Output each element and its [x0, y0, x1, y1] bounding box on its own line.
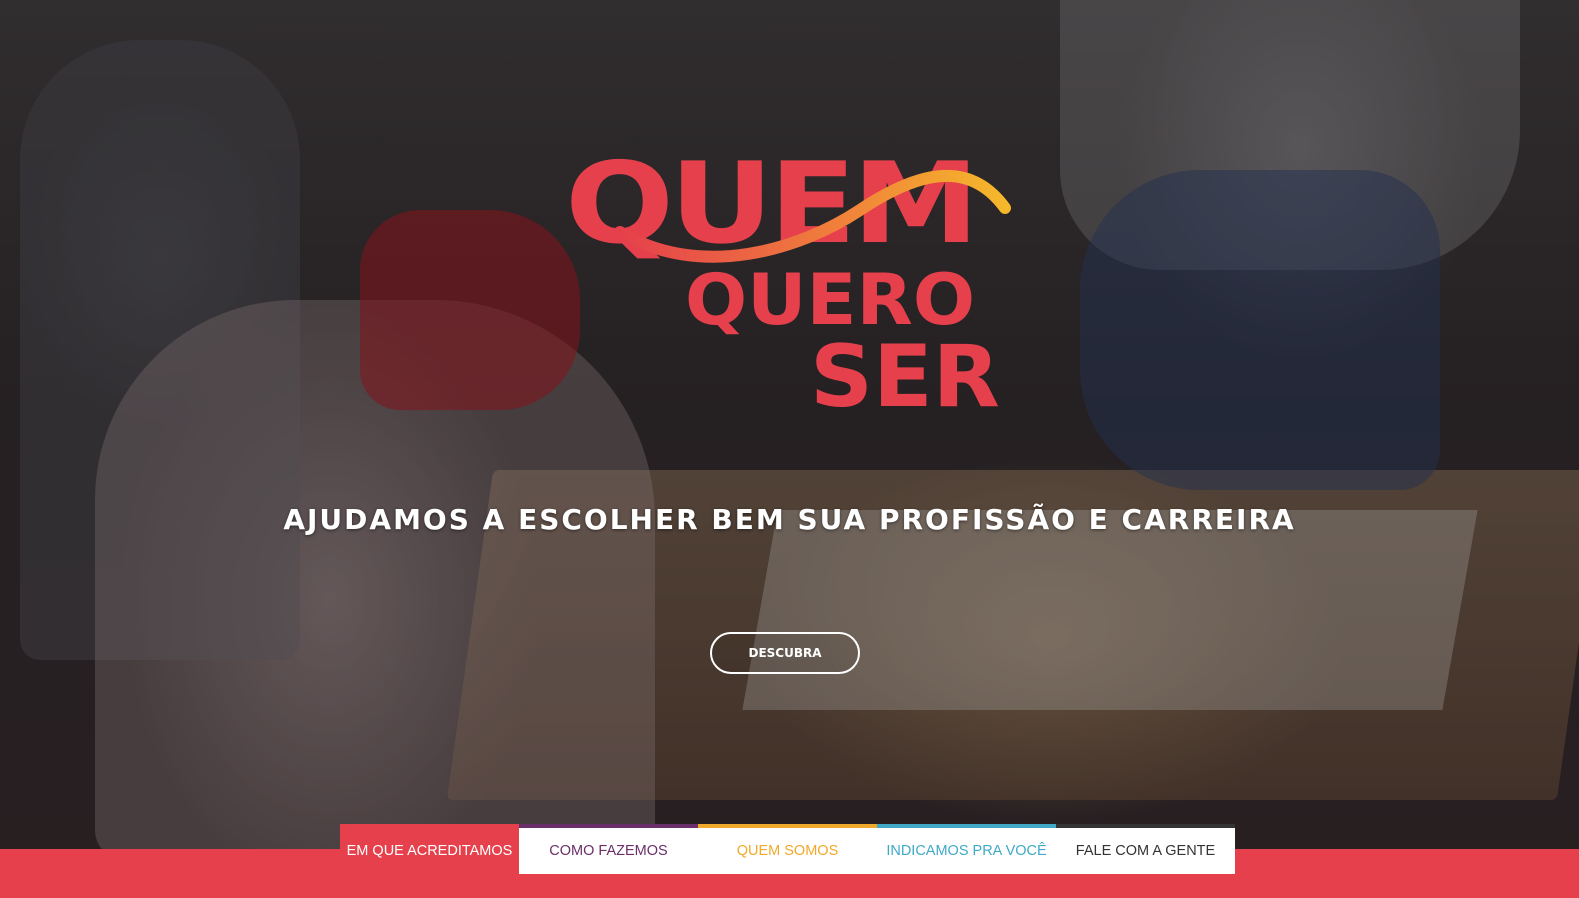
descubra-button[interactable]: DESCUBRA: [710, 632, 860, 674]
nav-item-como-fazemos[interactable]: COMO FAZEMOS: [519, 824, 698, 874]
hero-background-photo: [0, 0, 1579, 898]
nav-item-em-que-acreditamos[interactable]: EM QUE ACREDITAMOS: [340, 824, 519, 874]
hero-tagline: AJUDAMOS A ESCOLHER BEM SUA PROFISSÃO E …: [283, 503, 1296, 536]
logo-line-3: SER: [810, 327, 1000, 427]
nav-item-fale-com-a-gente[interactable]: FALE COM A GENTE: [1056, 824, 1235, 874]
logo-svg: QUEM QUERO SER: [565, 139, 1011, 427]
quem-quero-ser-logo[interactable]: QUEM QUERO SER: [560, 139, 1020, 430]
nav-item-indicamos-pra-voce[interactable]: INDICAMOS PRA VOCÊ: [877, 824, 1056, 874]
hero-overlay: [0, 0, 1579, 898]
nav-item-quem-somos[interactable]: QUEM SOMOS: [698, 824, 877, 874]
section-nav: EM QUE ACREDITAMOS COMO FAZEMOS QUEM SOM…: [340, 824, 1235, 874]
